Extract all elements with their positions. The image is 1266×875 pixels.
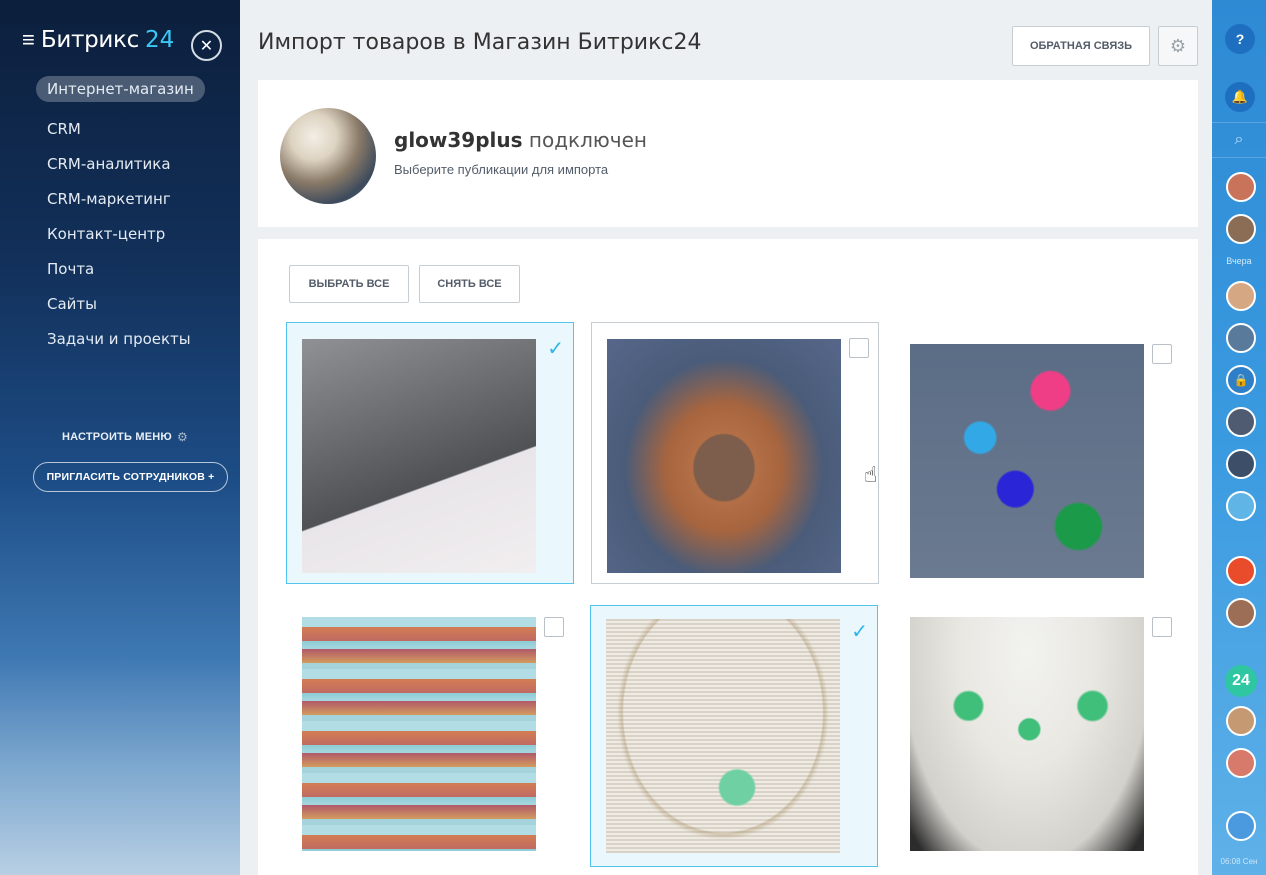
checkbox[interactable] (1152, 617, 1172, 637)
publications-grid: ВЫБРАТЬ ВСЕ СНЯТЬ ВСЕ ✓ ✓ (258, 239, 1198, 875)
help-icon[interactable]: ? (1225, 24, 1255, 54)
publication-tile-4[interactable] (286, 605, 574, 867)
app-icon[interactable] (1226, 811, 1256, 841)
publication-tile-1[interactable]: ✓ (286, 322, 574, 584)
necklace-pendant (606, 619, 840, 853)
lock-icon[interactable]: 🔒 (1226, 365, 1256, 395)
checkmark-icon[interactable]: ✓ (851, 619, 868, 644)
contact-avatar[interactable] (1226, 598, 1256, 628)
account-connected: подключен (528, 128, 647, 152)
publication-tile-5[interactable]: ✓ (590, 605, 878, 867)
sidebar-item-online-store[interactable]: Интернет-магазин (36, 76, 205, 102)
setup-menu-label: НАСТРОИТЬ МЕНЮ (62, 431, 172, 443)
search-icon[interactable]: ⌕ (1212, 122, 1266, 158)
photo-stone-pendants (910, 344, 1144, 578)
close-icon[interactable]: ✕ (191, 30, 222, 61)
profile-subtitle: Выберите публикации для импорта (394, 162, 609, 177)
contact-avatar[interactable] (1226, 323, 1256, 353)
green-beads (910, 617, 1144, 851)
contact-avatar[interactable] (1226, 281, 1256, 311)
contact-avatar[interactable] (1226, 407, 1256, 437)
hamburger-icon[interactable]: ≡ (22, 29, 35, 51)
day-label: Вчера (1226, 256, 1252, 266)
sidebar-menu: Интернет-магазин CRM CRM-аналитика CRM-м… (36, 76, 205, 356)
publication-tile-2[interactable] (591, 322, 879, 584)
page-title: Импорт товаров в Магазин Битрикс24 (258, 30, 702, 55)
sidebar-item-crm-analytics[interactable]: CRM-аналитика (36, 146, 205, 181)
photo-earrings-display (302, 617, 536, 851)
logo-text: Битрикс (40, 27, 139, 53)
photo-green-necklace (606, 619, 840, 853)
checkbox[interactable] (544, 617, 564, 637)
checkbox[interactable] (849, 338, 869, 358)
right-panel: ? 🔔 ⌕ Вчера 🔒 24 06:08 Сен (1212, 0, 1266, 875)
contact-avatar[interactable] (1226, 706, 1256, 736)
gear-icon: ⚙ (176, 430, 188, 444)
contact-avatar[interactable] (1226, 172, 1256, 202)
select-all-button[interactable]: ВЫБРАТЬ ВСЕ (289, 265, 409, 303)
photo-earrings-bracelet (302, 339, 536, 573)
avatar (280, 108, 376, 204)
contact-avatar[interactable] (1226, 556, 1256, 586)
invite-employees-button[interactable]: ПРИГЛАСИТЬ СОТРУДНИКОВ + (33, 462, 228, 492)
main-content: Импорт товаров в Магазин Битрикс24 ОБРАТ… (240, 0, 1212, 875)
time-label: 06:08 Сен (1220, 857, 1258, 866)
sidebar-item-crm[interactable]: CRM (36, 111, 205, 146)
checkmark-icon[interactable]: ✓ (547, 336, 564, 361)
logo[interactable]: ≡ Битрикс 24 (22, 27, 174, 53)
photo-green-jewelry-set (910, 617, 1144, 851)
contact-avatar[interactable] (1226, 449, 1256, 479)
sidebar-item-mail[interactable]: Почта (36, 251, 205, 286)
account-username: glow39plus (394, 128, 523, 152)
settings-button[interactable]: ⚙ (1158, 26, 1198, 66)
photo-copper-bracelet (607, 339, 841, 573)
publication-tile-3[interactable] (894, 322, 1182, 584)
logo-number: 24 (144, 27, 175, 53)
contact-avatar[interactable] (1226, 748, 1256, 778)
profile-card: glow39plus подключен Выберите публикации… (258, 80, 1198, 227)
sidebar-item-sites[interactable]: Сайты (36, 286, 205, 321)
hand-cursor-icon: ☝ (864, 462, 878, 487)
bitrix24-icon[interactable]: 24 (1225, 665, 1257, 697)
account-status: glow39plus подключен (394, 128, 647, 152)
gear-icon: ⚙ (1169, 35, 1187, 56)
sidebar-item-tasks[interactable]: Задачи и проекты (36, 321, 205, 356)
publication-tile-6[interactable] (894, 605, 1182, 867)
sidebar-item-contact-center[interactable]: Контакт-центр (36, 216, 205, 251)
contact-avatar[interactable] (1226, 214, 1256, 244)
sidebar-item-crm-marketing[interactable]: CRM-маркетинг (36, 181, 205, 216)
deselect-all-button[interactable]: СНЯТЬ ВСЕ (419, 265, 520, 303)
left-sidebar: ≡ Битрикс 24 ✕ Интернет-магазин CRM CRM-… (0, 0, 240, 875)
bell-icon[interactable]: 🔔 (1225, 82, 1255, 112)
chat-avatar[interactable] (1226, 491, 1256, 521)
checkbox[interactable] (1152, 344, 1172, 364)
setup-menu-button[interactable]: НАСТРОИТЬ МЕНЮ ⚙ (62, 430, 188, 444)
feedback-button[interactable]: ОБРАТНАЯ СВЯЗЬ (1012, 26, 1150, 66)
